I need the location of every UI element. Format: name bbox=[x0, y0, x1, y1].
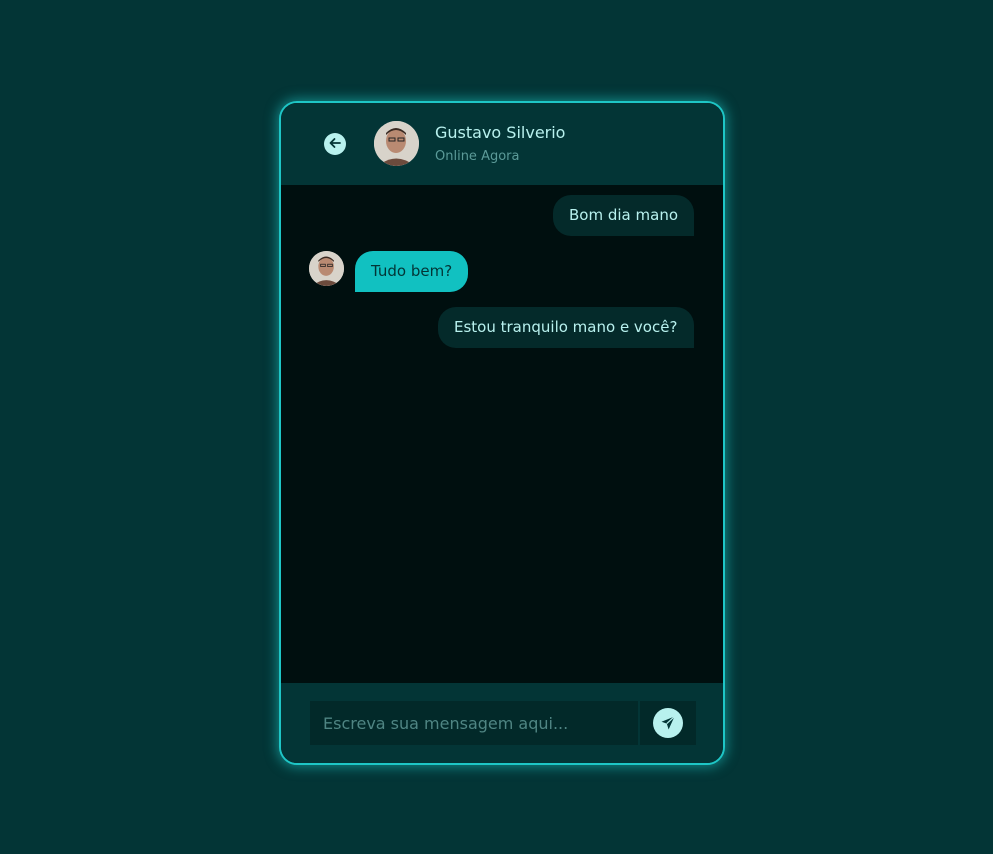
chat-window: Gustavo Silverio Online Agora Bom dia ma… bbox=[279, 101, 725, 765]
contact-name: Gustavo Silverio bbox=[435, 123, 566, 142]
sender-avatar bbox=[309, 251, 344, 286]
paper-plane-icon bbox=[653, 708, 683, 738]
message-input[interactable] bbox=[310, 701, 638, 745]
back-button[interactable] bbox=[324, 133, 346, 155]
message-list[interactable]: Bom dia mano Tudo bem? Estou tranquilo m… bbox=[281, 185, 723, 685]
contact-avatar[interactable] bbox=[374, 121, 419, 166]
message-sent: Bom dia mano bbox=[553, 195, 694, 236]
chat-header: Gustavo Silverio Online Agora bbox=[281, 103, 723, 185]
send-button[interactable] bbox=[640, 701, 696, 745]
arrow-left-icon bbox=[328, 135, 342, 154]
message-sent: Estou tranquilo mano e você? bbox=[438, 307, 694, 348]
message-received: Tudo bem? bbox=[355, 251, 469, 292]
message-composer bbox=[281, 683, 723, 763]
contact-status: Online Agora bbox=[435, 149, 520, 164]
